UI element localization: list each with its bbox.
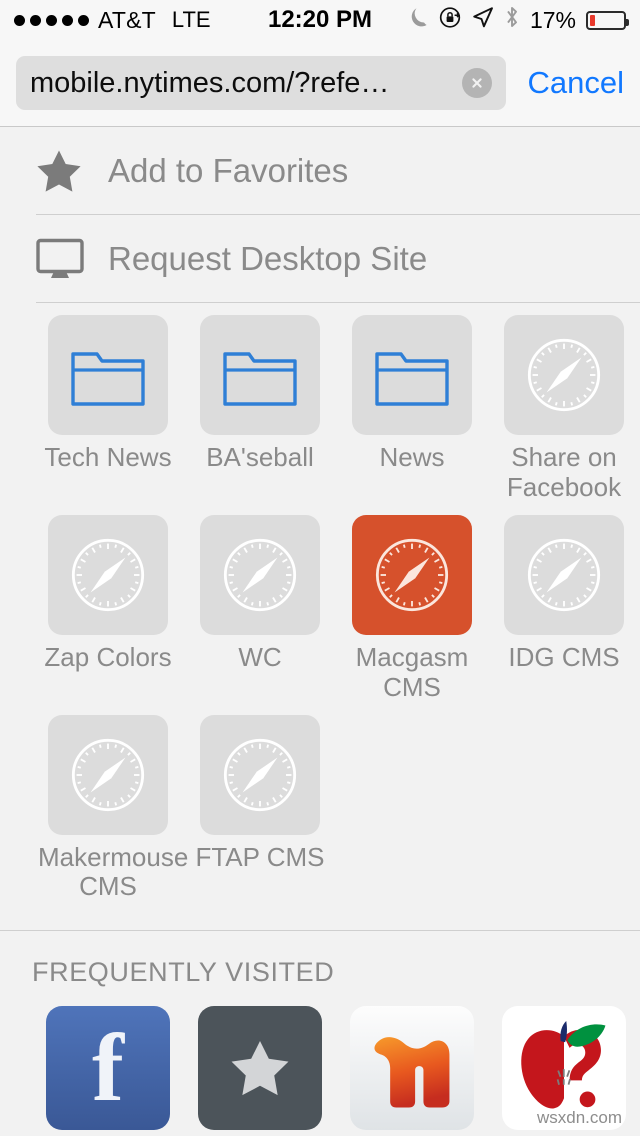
- bookmark-label: Share on Facebook: [506, 442, 622, 502]
- status-bar: AT&T LTE 12:20 PM 17%: [0, 0, 640, 40]
- compass-icon: [527, 338, 601, 412]
- bookmark-label: Macgasm CMS: [355, 641, 469, 702]
- compass-icon: [71, 538, 145, 611]
- bookmark-item[interactable]: Tech News: [32, 315, 184, 503]
- moon-icon: [409, 6, 429, 34]
- bookmark-label: BA'seball: [206, 442, 314, 472]
- request-desktop-site-label: Request Desktop Site: [108, 239, 428, 277]
- compass-icon: [71, 738, 145, 811]
- bookmark-label: Tech News: [44, 442, 172, 472]
- watermark: wsxdn.com: [536, 1108, 622, 1128]
- bookmark-label: FTAP CMS: [195, 841, 325, 872]
- bookmark-tile[interactable]: [352, 315, 472, 435]
- folder-icon: [375, 352, 449, 406]
- star-icon: [231, 1041, 289, 1096]
- cancel-button[interactable]: Cancel: [528, 65, 625, 101]
- star-favicon[interactable]: [198, 1006, 322, 1131]
- frequently-visited-grid: f wsxdn.com: [0, 988, 640, 1131]
- frequently-visited-item[interactable]: [184, 1006, 336, 1131]
- carrier-label: AT&T: [98, 6, 156, 33]
- battery-icon: [586, 10, 629, 30]
- macgasm-favicon[interactable]: [350, 1006, 474, 1131]
- action-list: Add to Favorites Request Desktop Site: [0, 127, 640, 303]
- folder-icon: [223, 352, 297, 406]
- bookmark-tile[interactable]: [48, 514, 168, 635]
- url-input-field[interactable]: mobile.nytimes.com/?refe…: [16, 56, 506, 110]
- bookmark-label: WC: [238, 641, 282, 672]
- bookmark-item[interactable]: Makermouse CMS: [32, 714, 189, 903]
- bookmark-tile[interactable]: [200, 714, 320, 835]
- add-to-favorites-label: Add to Favorites: [108, 151, 349, 189]
- star-icon: [36, 149, 90, 193]
- bookmark-tile[interactable]: [48, 714, 168, 835]
- bookmark-label: Zap Colors: [44, 641, 172, 672]
- facebook-f-glyph: f: [92, 1014, 124, 1122]
- bookmark-grid: Tech News BA'seball News Share on Facebook Z…: [0, 303, 640, 924]
- frequently-visited-item[interactable]: [336, 1006, 488, 1131]
- facebook-favicon[interactable]: f: [46, 1006, 170, 1131]
- frequently-visited-item[interactable]: wsxdn.com: [488, 1006, 640, 1131]
- bookmark-item[interactable]: FTAP CMS: [184, 714, 336, 903]
- bookmark-label: IDG CMS: [508, 641, 620, 672]
- bookmark-tile[interactable]: [352, 514, 472, 635]
- bookmark-item[interactable]: BA'seball: [184, 315, 336, 503]
- bookmark-item[interactable]: IDG CMS: [488, 514, 640, 703]
- signal-strength-icon: [14, 14, 89, 26]
- url-bar: mobile.nytimes.com/?refe… Cancel: [0, 40, 640, 127]
- compass-icon: [527, 538, 601, 611]
- frequently-visited-item[interactable]: f: [32, 1006, 184, 1131]
- status-bar-right: 17%: [409, 5, 629, 35]
- folder-icon: [71, 352, 145, 406]
- apple-question-favicon[interactable]: wsxdn.com: [502, 1006, 626, 1131]
- bookmark-label: News: [379, 442, 445, 472]
- macgasm-m-icon: [374, 1037, 450, 1108]
- bookmark-tile[interactable]: [200, 315, 320, 435]
- bluetooth-icon: [504, 5, 520, 35]
- monitor-icon: [36, 238, 90, 280]
- frequently-visited-title: FREQUENTLY VISITED: [32, 957, 335, 988]
- clear-icon[interactable]: [461, 68, 492, 98]
- bookmark-item[interactable]: Share on Facebook: [488, 315, 640, 503]
- bookmark-item[interactable]: WC: [184, 514, 336, 703]
- url-input[interactable]: mobile.nytimes.com/?refe…: [30, 67, 462, 100]
- bookmark-tile[interactable]: [504, 315, 624, 435]
- compass-icon: [223, 538, 297, 611]
- status-bar-left: AT&T LTE: [14, 7, 211, 34]
- bookmark-label: Makermouse CMS: [38, 841, 189, 902]
- network-type-label: LTE: [171, 7, 211, 32]
- add-to-favorites-button[interactable]: Add to Favorites: [0, 127, 640, 214]
- bookmark-tile[interactable]: [504, 514, 624, 635]
- location-arrow-icon: [472, 6, 494, 35]
- bookmark-item[interactable]: Zap Colors: [32, 514, 184, 703]
- compass-icon: [223, 738, 297, 811]
- bookmark-tile[interactable]: [48, 315, 168, 435]
- bookmark-item[interactable]: News: [336, 315, 488, 503]
- request-desktop-site-button[interactable]: Request Desktop Site: [0, 215, 640, 302]
- bookmark-tile[interactable]: [200, 514, 320, 635]
- bookmark-item[interactable]: Macgasm CMS: [336, 514, 488, 703]
- battery-percent-label: 17%: [529, 6, 576, 33]
- safari-bookmark-screen: AT&T LTE 12:20 PM 17% mobile.nytimes.com…: [0, 0, 640, 1136]
- compass-icon: [375, 538, 449, 611]
- rotation-lock-icon: [439, 6, 462, 35]
